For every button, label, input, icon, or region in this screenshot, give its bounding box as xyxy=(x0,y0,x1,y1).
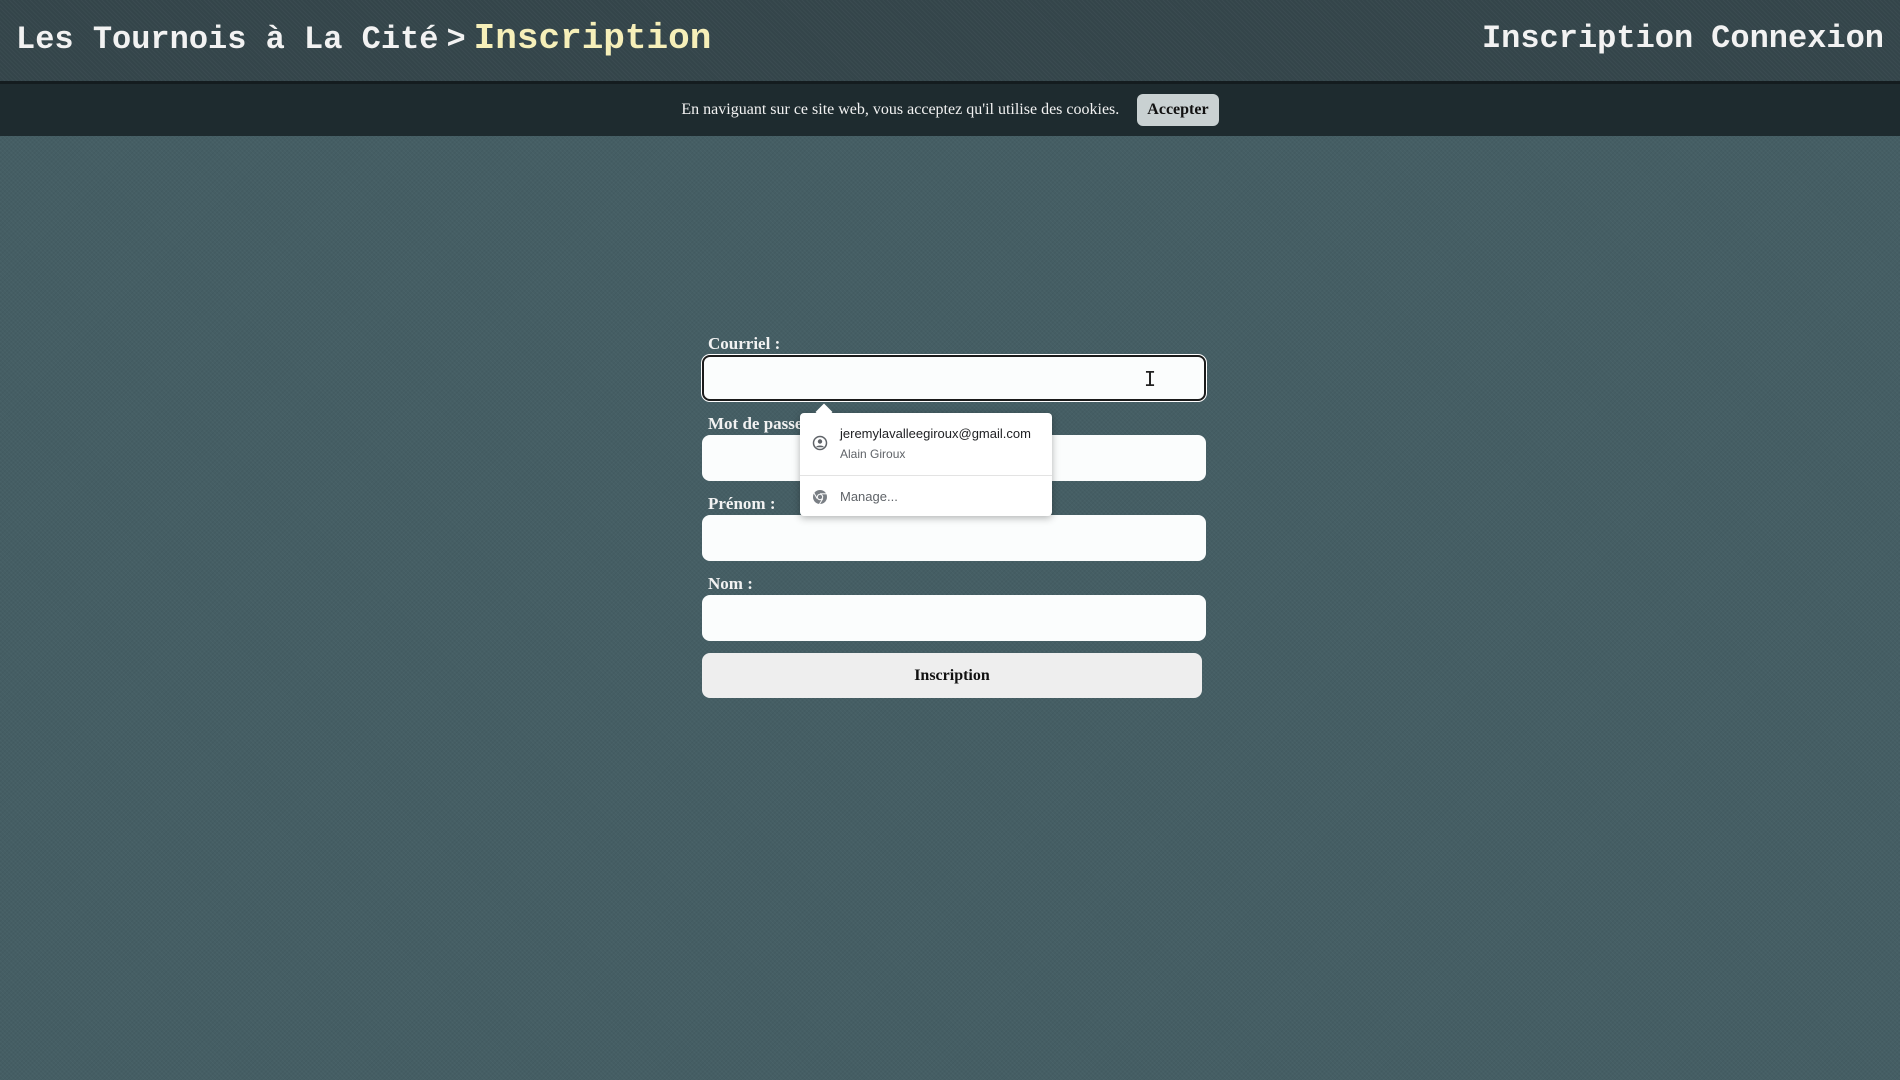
cookie-accept-button[interactable]: Accepter xyxy=(1137,94,1219,126)
submit-button[interactable]: Inscription xyxy=(702,653,1202,698)
autofill-manage[interactable]: Manage... xyxy=(800,475,1052,516)
autofill-dropdown: jeremylavalleegiroux@gmail.com Alain Gir… xyxy=(800,413,1052,516)
cookie-banner: En naviguant sur ce site web, vous accep… xyxy=(0,84,1900,136)
lastname-label: Nom : xyxy=(708,574,753,593)
email-label: Courriel : xyxy=(708,334,781,353)
breadcrumb-separator: > xyxy=(446,21,466,58)
autofill-suggestion-name: Alain Giroux xyxy=(840,447,906,461)
cookie-message: En naviguant sur ce site web, vous accep… xyxy=(681,101,1120,118)
breadcrumb: Les Tournois à La Cité > Inscription xyxy=(16,18,711,59)
firstname-field[interactable] xyxy=(702,515,1206,561)
autofill-manage-label: Manage... xyxy=(840,489,898,504)
lastname-field[interactable] xyxy=(702,595,1206,641)
account-circle-icon xyxy=(812,435,828,451)
top-nav: Inscription Connexion xyxy=(1464,20,1884,57)
email-field[interactable] xyxy=(702,355,1206,401)
chrome-icon xyxy=(813,490,827,505)
text-cursor-icon: I xyxy=(1144,367,1157,391)
nav-inscription-link[interactable]: Inscription xyxy=(1482,20,1693,57)
autofill-suggestion[interactable]: jeremylavalleegiroux@gmail.com Alain Gir… xyxy=(800,413,1052,475)
nav-connexion-link[interactable]: Connexion xyxy=(1711,20,1884,57)
page-title: Inscription xyxy=(473,18,712,59)
autofill-suggestion-email: jeremylavalleegiroux@gmail.com xyxy=(840,426,1031,441)
site-header: Les Tournois à La Cité > Inscription Inscr… xyxy=(0,0,1900,84)
site-title-link[interactable]: Les Tournois à La Cité xyxy=(16,21,438,58)
